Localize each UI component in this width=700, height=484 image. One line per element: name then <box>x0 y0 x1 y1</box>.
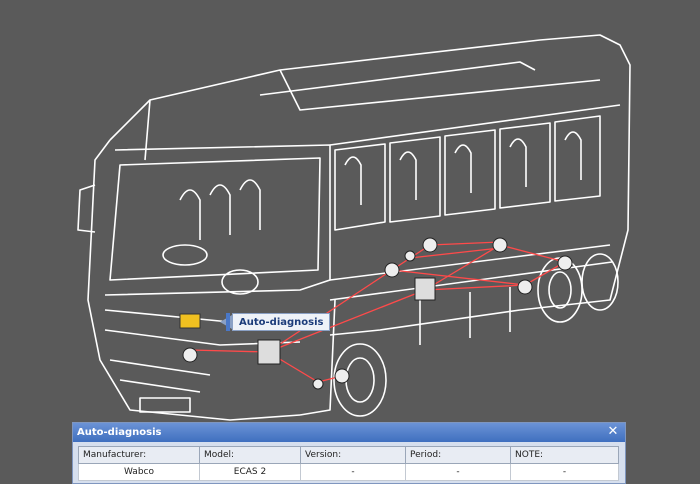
callout-marker <box>226 313 230 331</box>
auto-diagnosis-callout[interactable]: Auto-diagnosis <box>232 313 331 331</box>
ecu-module <box>179 313 201 329</box>
ecu-info-table: Manufacturer: Model: Version: Period: NO… <box>78 446 619 481</box>
valve-block-rear <box>414 277 436 301</box>
panel-title-text: Auto-diagnosis <box>77 427 162 438</box>
air-bellow-rear-3 <box>492 237 508 253</box>
close-icon[interactable]: ✕ <box>605 424 621 440</box>
cell-model: ECAS 2 <box>199 463 301 481</box>
column-header-period: Period: <box>405 446 511 464</box>
cell-period: - <box>405 463 511 481</box>
air-bellow-rear-1 <box>384 262 400 278</box>
air-bellow-front-right <box>334 368 350 384</box>
valve-block-front <box>257 339 281 365</box>
auto-diagnosis-panel: Auto-diagnosis ✕ Manufacturer: Model: Ve… <box>72 422 626 484</box>
table-header-row: Manufacturer: Model: Version: Period: NO… <box>78 446 619 464</box>
air-bellow-rear-2 <box>422 237 438 253</box>
cell-note: - <box>510 463 619 481</box>
bus-diagram <box>77 34 631 421</box>
bus-outline <box>77 34 631 421</box>
height-sensor-rear <box>404 250 416 262</box>
column-header-manufacturer: Manufacturer: <box>78 446 200 464</box>
panel-title: Auto-diagnosis ✕ <box>73 423 625 442</box>
column-header-version: Version: <box>300 446 406 464</box>
table-row[interactable]: Wabco ECAS 2 - - - <box>78 463 619 481</box>
column-header-note: NOTE: <box>510 446 619 464</box>
column-header-model: Model: <box>199 446 301 464</box>
height-sensor-front <box>312 378 324 390</box>
air-bellow-rear-5 <box>557 255 573 271</box>
cell-manufacturer: Wabco <box>78 463 200 481</box>
air-bellow-rear-4 <box>517 279 533 295</box>
air-bellow-front-left <box>182 347 198 363</box>
cell-version: - <box>300 463 406 481</box>
